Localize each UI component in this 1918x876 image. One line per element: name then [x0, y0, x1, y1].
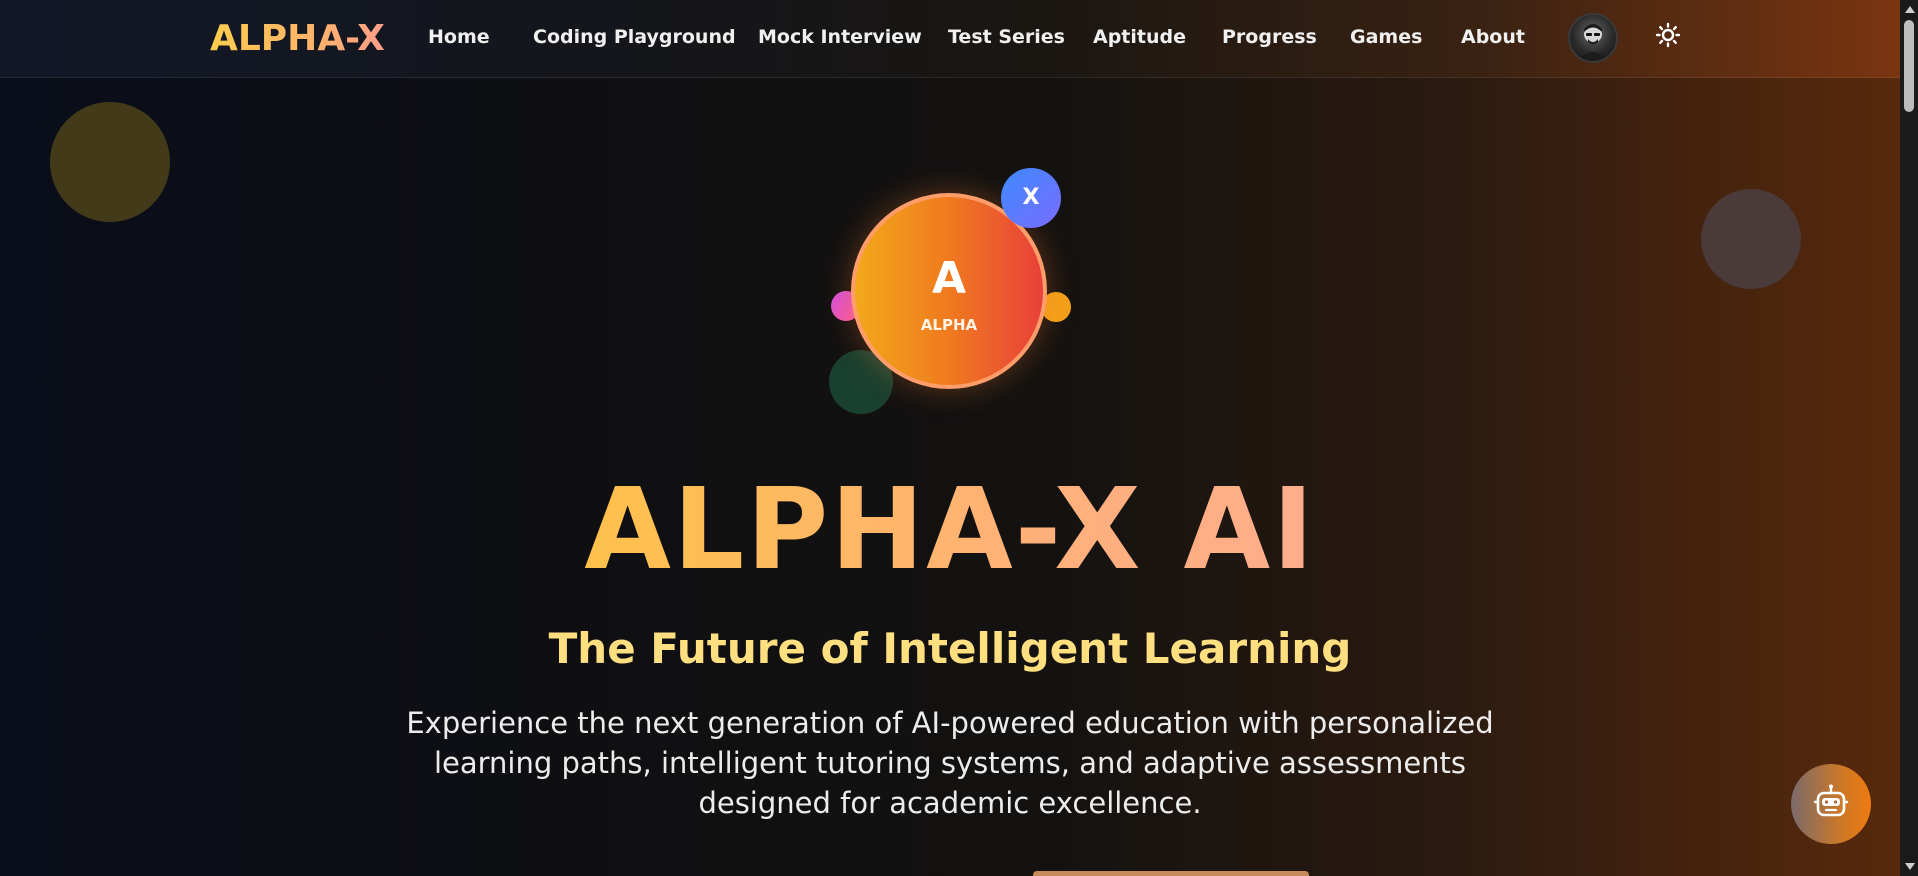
decorative-circle-olive [50, 102, 170, 222]
brand-logo[interactable]: ALPHA-X [210, 18, 385, 59]
scroll-up-arrow-icon[interactable] [1905, 6, 1915, 13]
nav-link-coding-playground[interactable]: Coding Playground [533, 26, 736, 48]
nav-link-aptitude[interactable]: Aptitude [1093, 26, 1186, 48]
chatbot-button[interactable] [1791, 764, 1871, 844]
user-avatar[interactable] [1568, 13, 1618, 63]
theme-toggle-button[interactable] [1655, 22, 1681, 48]
nav-link-home[interactable]: Home [428, 26, 490, 48]
hero-subtitle: The Future of Intelligent Learning [548, 624, 1352, 673]
nav-link-test-series[interactable]: Test Series [948, 26, 1065, 48]
nav-link-mock-interview[interactable]: Mock Interview [758, 26, 922, 48]
scrollbar-thumb[interactable] [1904, 20, 1914, 112]
navbar: ALPHA-X Home Coding Playground Mock Inte… [0, 0, 1900, 78]
emblem-badge-x: X [1001, 168, 1061, 228]
nav-link-games[interactable]: Games [1350, 26, 1422, 48]
hero-description: Experience the next generation of AI-pow… [406, 706, 1494, 820]
emblem-word: ALPHA [920, 316, 978, 334]
nav-link-about[interactable]: About [1461, 26, 1525, 48]
scroll-down-arrow-icon[interactable] [1905, 863, 1915, 870]
nav-link-progress[interactable]: Progress [1222, 26, 1317, 48]
decorative-circle-gray [1701, 189, 1801, 289]
hero-title: ALPHA-X AI [0, 468, 1900, 592]
emblem-letter: A [931, 253, 967, 304]
hero-cta-button[interactable] [1033, 871, 1309, 876]
robot-icon [1813, 784, 1849, 817]
page-scrollbar[interactable] [1900, 0, 1918, 876]
user-avatar-image [1578, 24, 1608, 61]
sun-icon [1655, 22, 1681, 48]
